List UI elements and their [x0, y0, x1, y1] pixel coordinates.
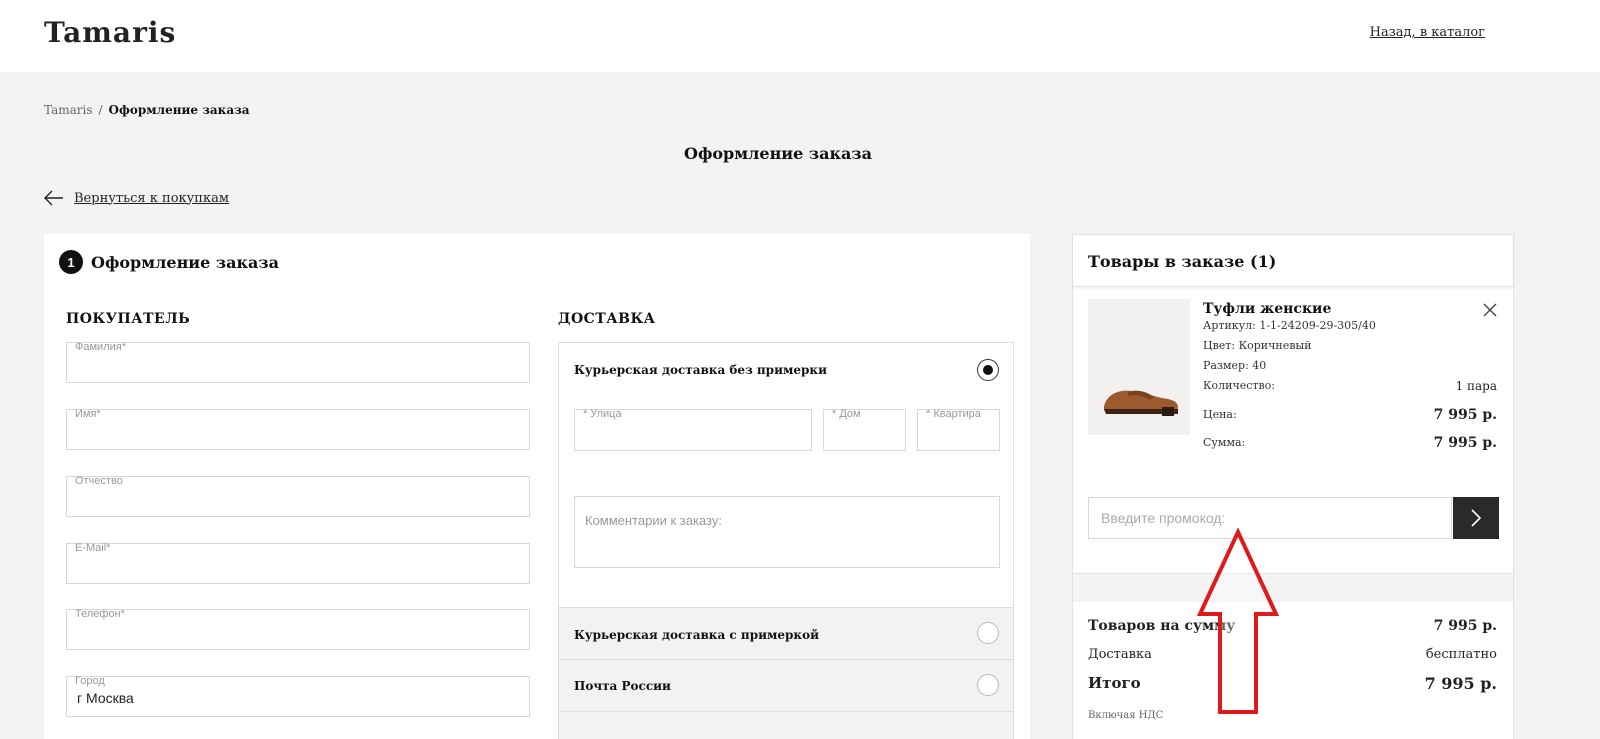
arrow-left-icon: [44, 190, 63, 206]
sum-label: Сумма:: [1203, 436, 1246, 449]
phone-field[interactable]: Телефон*: [66, 608, 530, 650]
order-totals-panel: Товаров на сумму 7 995 р. Доставка беспл…: [1073, 602, 1513, 739]
buyer-section-title: ПОКУПАТЕЛЬ: [66, 311, 191, 327]
delivery-option-post[interactable]: Почта России: [559, 659, 1013, 711]
breadcrumb-separator: /: [98, 103, 103, 117]
delivery-option-courier[interactable]: Курьерская доставка без примерки * Улица…: [559, 343, 1013, 607]
email-label: E-Mail*: [75, 542, 111, 554]
delivery-option-fitting[interactable]: Курьерская доставка с примеркой: [559, 607, 1013, 659]
order-comment-placeholder: Комментарии к заказу:: [585, 513, 722, 528]
price-label: Цена:: [1203, 408, 1237, 421]
email-field[interactable]: E-Mail*: [66, 542, 530, 584]
cart-title: Товары в заказе (1): [1088, 252, 1277, 271]
grand-total-value: 7 995 р.: [1424, 674, 1497, 693]
first-name-label: Имя*: [75, 408, 101, 420]
page-title: Оформление заказа: [684, 144, 872, 163]
quantity-value: 1 пара: [1455, 379, 1497, 393]
product-image[interactable]: [1088, 299, 1190, 435]
step-number: 1: [59, 250, 83, 274]
remove-item-button[interactable]: [1483, 301, 1497, 322]
delivery-option-fitting-label: Курьерская доставка с примеркой: [574, 628, 820, 642]
tamaris-logo[interactable]: Tamaris: [44, 16, 176, 49]
breadcrumb: Tamaris / Оформление заказа: [44, 103, 250, 117]
cart-header: Товары в заказе (1): [1073, 235, 1513, 287]
order-totals: Товаров на сумму 7 995 р. Доставка беспл…: [1073, 573, 1513, 739]
product-name[interactable]: Туфли женские: [1203, 301, 1331, 317]
last-name-label: Фамилия*: [75, 341, 126, 353]
street-label: * Улица: [583, 408, 622, 420]
apartment-label: * Квартира: [926, 408, 981, 420]
checkout-step: 1 Оформление заказа: [59, 250, 279, 274]
product-color: Цвет: Коричневый: [1203, 339, 1312, 352]
price-value: 7 995 р.: [1433, 407, 1497, 423]
sum-value: 7 995 р.: [1433, 435, 1497, 451]
first-name-field[interactable]: Имя*: [66, 408, 530, 450]
patronymic-label: Отчество: [75, 475, 123, 487]
delivery-options: Курьерская доставка без примерки * Улица…: [558, 342, 1014, 739]
shoe-image: [1103, 390, 1178, 416]
city-label: Город: [75, 675, 105, 687]
cart-summary: Товары в заказе (1) Туфли женские Артику…: [1072, 234, 1514, 739]
delivery-option-more[interactable]: [559, 711, 1013, 739]
step-title: Оформление заказа: [91, 252, 279, 272]
annotation-arrow-up-icon: [1196, 528, 1280, 714]
product-size: Размер: 40: [1203, 359, 1267, 372]
city-value: г Москва: [77, 690, 134, 706]
street-field[interactable]: * Улица: [574, 408, 812, 451]
order-comment-field[interactable]: Комментарии к заказу:: [574, 496, 1000, 568]
product-article: Артикул: 1-1-24209-29-305/40: [1203, 319, 1376, 332]
delivery-section-title: ДОСТАВКА: [558, 311, 656, 327]
city-field[interactable]: Город г Москва: [66, 675, 530, 717]
delivery-option-courier-radio[interactable]: [977, 359, 999, 381]
back-to-shopping[interactable]: Вернуться к покупкам: [44, 190, 229, 206]
patronymic-field[interactable]: Отчество: [66, 475, 530, 517]
breadcrumb-current: Оформление заказа: [108, 103, 250, 117]
goods-total-value: 7 995 р.: [1433, 618, 1497, 634]
delivery-option-courier-label: Курьерская доставка без примерки: [574, 363, 827, 377]
last-name-field[interactable]: Фамилия*: [66, 341, 530, 383]
delivery-cost-value: бесплатно: [1425, 647, 1497, 662]
back-to-shopping-link[interactable]: Вернуться к покупкам: [74, 191, 229, 206]
top-bar: Tamaris Назад, в каталог: [0, 0, 1600, 72]
vat-note: Включая НДС: [1088, 710, 1164, 721]
grand-total-label: Итого: [1088, 674, 1141, 692]
delivery-option-fitting-radio[interactable]: [977, 622, 999, 644]
breadcrumb-home[interactable]: Tamaris: [44, 103, 93, 117]
quantity-label: Количество:: [1203, 379, 1276, 392]
back-to-catalog-link[interactable]: Назад, в каталог: [1370, 25, 1485, 40]
house-field[interactable]: * Дом: [823, 408, 906, 451]
checkout-card: 1 Оформление заказа ПОКУПАТЕЛЬ Фамилия* …: [44, 234, 1030, 739]
house-label: * Дом: [832, 408, 861, 420]
close-icon: [1483, 303, 1497, 317]
delivery-option-post-label: Почта России: [574, 679, 671, 693]
chevron-right-icon: [1471, 509, 1482, 527]
phone-label: Телефон*: [75, 608, 125, 620]
apartment-field[interactable]: * Квартира: [917, 408, 1000, 451]
delivery-option-post-radio[interactable]: [977, 674, 999, 696]
delivery-cost-label: Доставка: [1088, 647, 1152, 662]
apply-promo-button[interactable]: [1453, 497, 1499, 539]
